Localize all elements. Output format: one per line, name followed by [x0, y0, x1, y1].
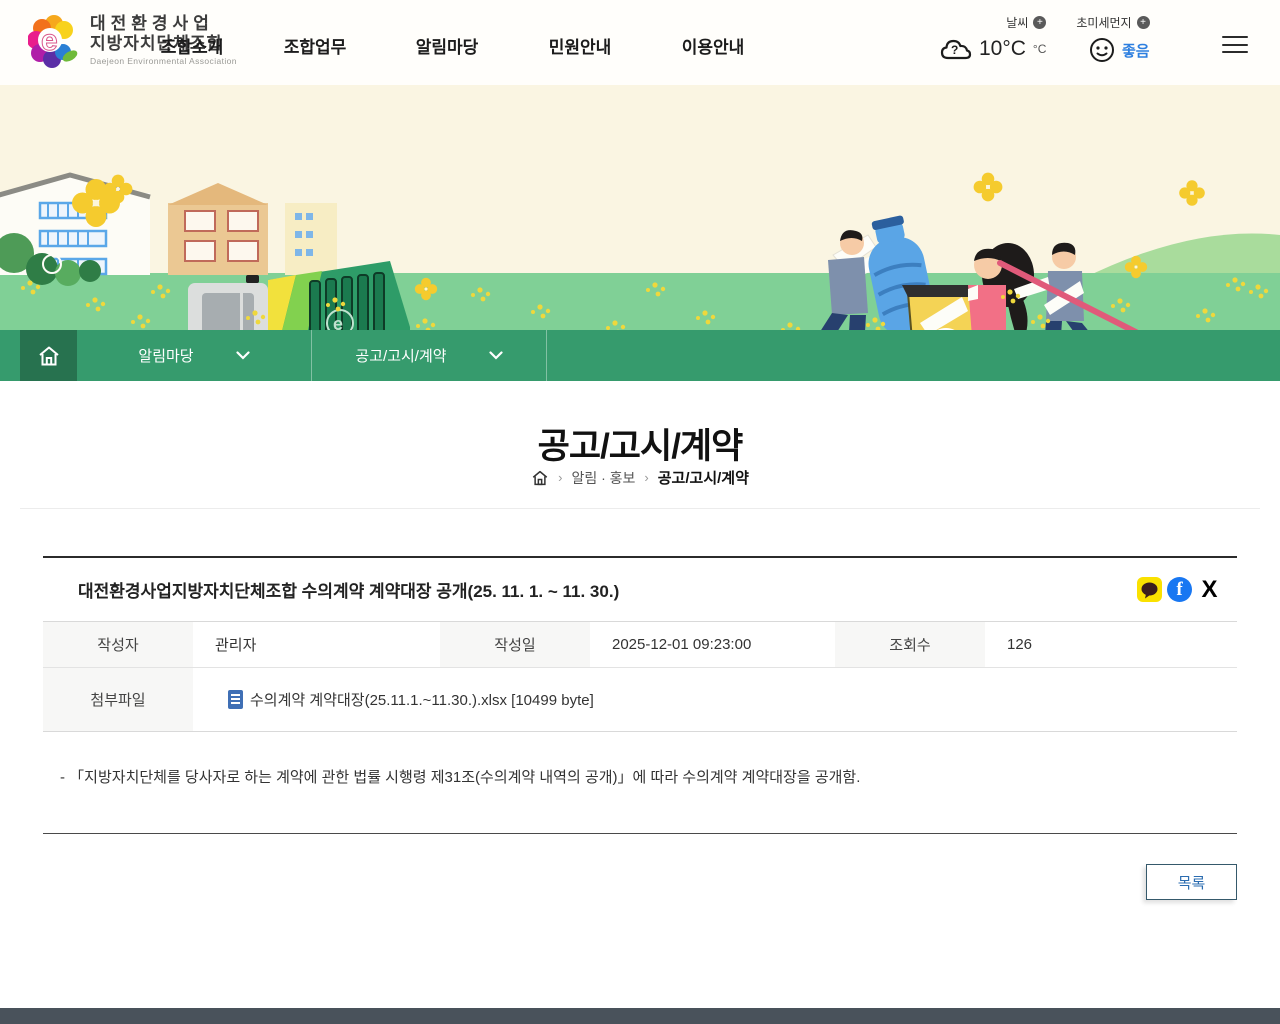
kakao-share-icon[interactable] — [1137, 577, 1162, 602]
quick-nav-menu1[interactable]: 알림마당 — [77, 330, 312, 381]
cloud-icon: ? — [940, 39, 972, 60]
footer-bar — [0, 1008, 1280, 1024]
site-header: e 대전환경사업 지방자치단체조합 Daejeon Environmental … — [0, 0, 1280, 85]
svg-text:e: e — [41, 24, 58, 57]
breadcrumb-separator: › — [558, 470, 563, 485]
temperature-value: 10°C — [979, 37, 1026, 60]
post-title: 대전환경사업지방자치단체조합 수의계약 계약대장 공개(25. 11. 1. ~… — [78, 582, 620, 601]
x-share-icon[interactable]: X — [1197, 576, 1222, 603]
nav-item-notice[interactable]: 알림마당 — [402, 33, 492, 58]
author-value: 관리자 — [215, 637, 257, 654]
hero-banner: e — [0, 85, 1280, 330]
post-article: 대전환경사업지방자치단체조합 수의계약 계약대장 공개(25. 11. 1. ~… — [43, 556, 1237, 900]
nav-item-business[interactable]: 조합업무 — [270, 33, 360, 58]
dust-column: 초미세먼지 + 좋음 — [1076, 14, 1150, 63]
weather-column: 날씨 + ? 10°C °C — [940, 14, 1047, 63]
svg-text:?: ? — [951, 43, 958, 57]
views-label: 조회수 — [835, 622, 985, 667]
breadcrumb-separator: › — [644, 470, 649, 485]
views-value: 126 — [1007, 636, 1033, 653]
attachment-filename: 수의계약 계약대장(25.11.1.~11.30.).xlsx [10499 b… — [250, 692, 594, 709]
attachment-label: 첨부파일 — [43, 668, 193, 731]
temperature-unit: °C — [1032, 42, 1047, 56]
share-buttons: f X — [1137, 576, 1222, 603]
author-label: 작성자 — [43, 622, 193, 667]
breadcrumb-step1[interactable]: 알림 · 홍보 — [571, 468, 635, 488]
hero-illustration: e — [0, 85, 1280, 330]
dust-status: 좋음 — [1121, 42, 1150, 60]
list-button[interactable]: 목록 — [1146, 864, 1237, 900]
facebook-share-icon[interactable]: f — [1167, 577, 1192, 602]
menu-hamburger-icon[interactable] — [1222, 36, 1248, 53]
attachment-link[interactable]: 수의계약 계약대장(25.11.1.~11.30.).xlsx [10499 b… — [193, 668, 1237, 731]
weather-widget: 날씨 + ? 10°C °C 초미세먼지 + 좋음 — [940, 14, 1150, 63]
logo-mark-icon: e — [28, 15, 78, 68]
date-label: 작성일 — [440, 622, 590, 667]
quick-nav-menu1-label: 알림마당 — [138, 348, 194, 365]
dust-add-icon[interactable]: + — [1136, 16, 1150, 29]
chevron-down-icon — [488, 351, 503, 360]
nav-item-civil[interactable]: 민원안내 — [535, 33, 625, 58]
attachment-row: 첨부파일 수의계약 계약대장(25.11.1.~11.30.).xlsx [10… — [43, 668, 1237, 732]
svg-text:e: e — [333, 314, 343, 330]
post-meta-row: 작성자 관리자 작성일 2025-12-01 09:23:00 조회수 126 — [43, 621, 1237, 668]
post-body: - 「지방자치단체를 당사자로 하는 계약에 관한 법률 시행령 제31조(수의… — [43, 732, 1237, 834]
logo-title-line1: 대전환경사업 — [90, 14, 214, 33]
page-title: 공고/고시/계약 — [537, 427, 744, 466]
date-value: 2025-12-01 09:23:00 — [612, 636, 752, 653]
breadcrumb-current: 공고/고시/계약 — [657, 470, 749, 487]
quick-nav-menu2-label: 공고/고시/계약 — [355, 348, 447, 365]
smiley-icon — [1089, 38, 1114, 62]
quick-nav-home-button[interactable] — [20, 330, 77, 381]
section-divider — [20, 508, 1260, 509]
weather-label: 날씨 — [1006, 16, 1029, 30]
home-icon — [38, 346, 59, 365]
breadcrumb-home-icon[interactable] — [531, 469, 549, 487]
nav-item-intro[interactable]: 조합소개 — [147, 33, 237, 58]
document-icon — [228, 690, 243, 709]
nav-item-guide[interactable]: 이용안내 — [668, 33, 758, 58]
chevron-down-icon — [235, 351, 250, 360]
quick-nav-menu2[interactable]: 공고/고시/계약 — [312, 330, 547, 381]
quick-nav-bar: 알림마당 공고/고시/계약 — [0, 330, 1280, 381]
dust-label: 초미세먼지 — [1076, 16, 1132, 30]
weather-add-icon[interactable]: + — [1033, 16, 1047, 29]
breadcrumb: › 알림 · 홍보 › 공고/고시/계약 — [0, 467, 1280, 488]
